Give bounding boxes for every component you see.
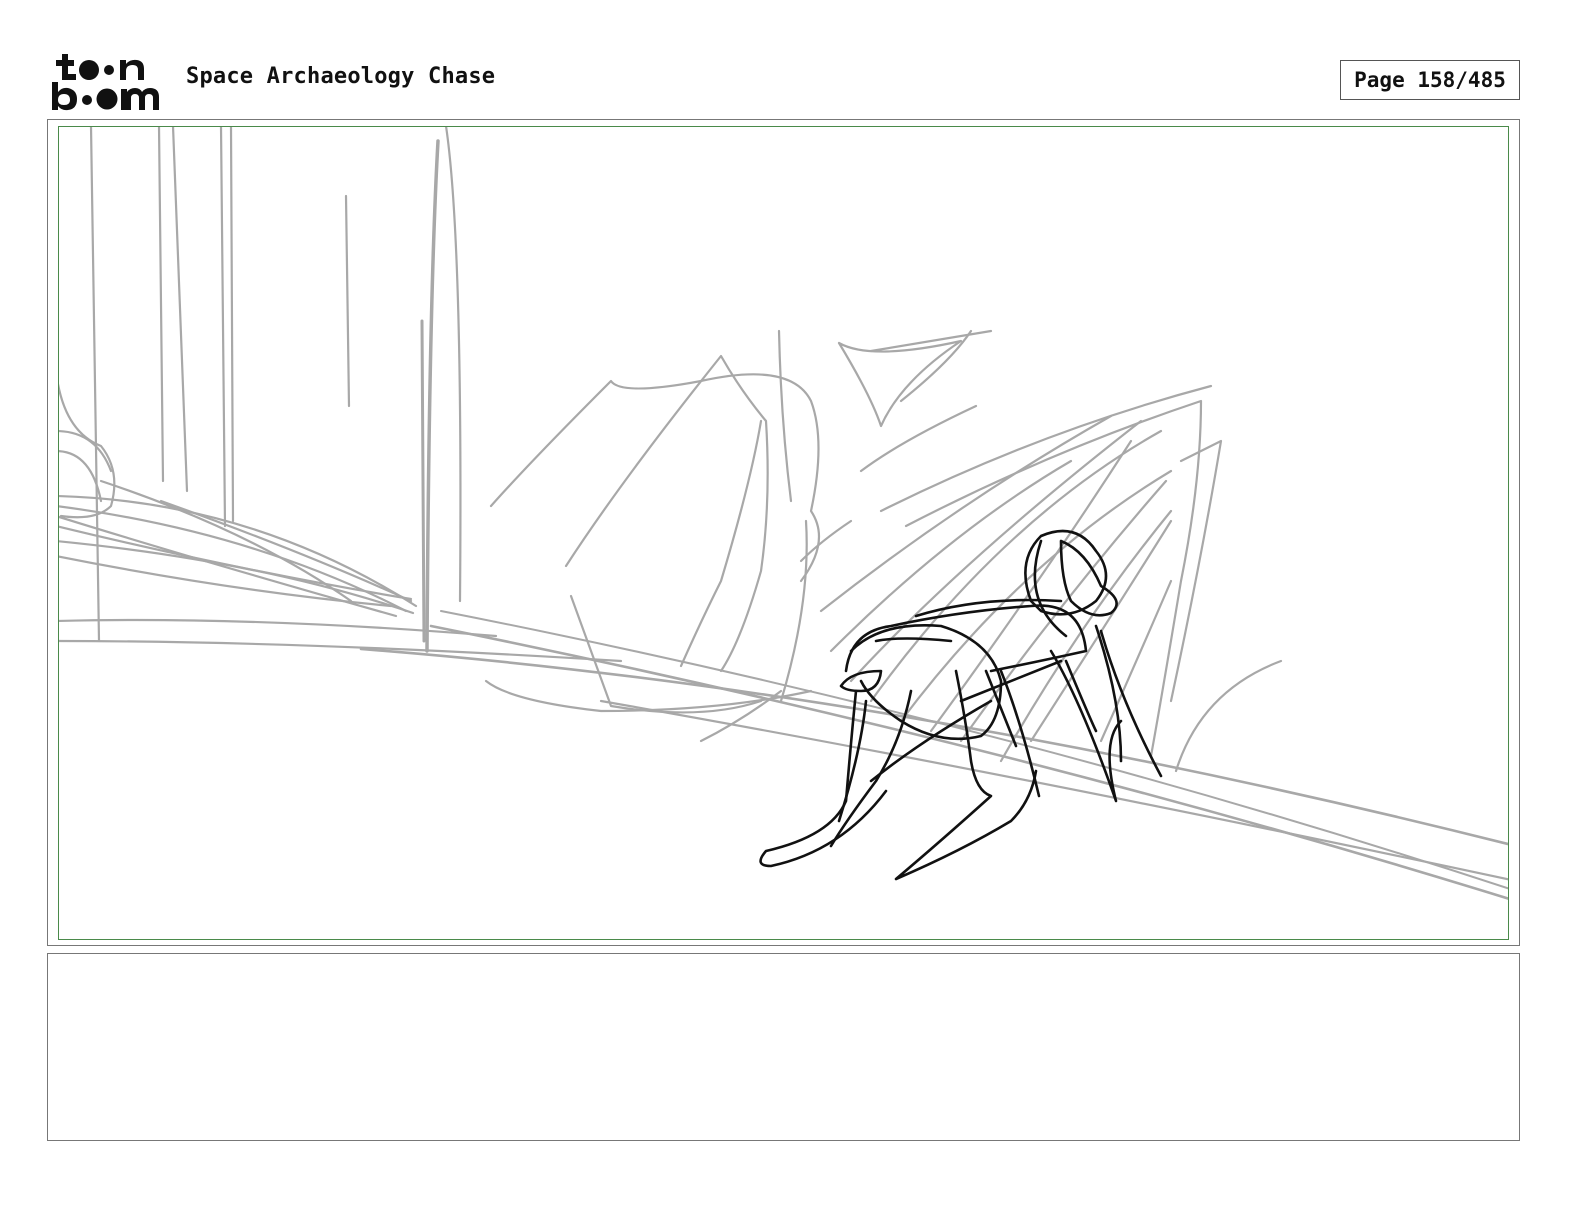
background-sketch-lines: [59, 127, 1508, 900]
toon-boom-logo: [50, 50, 166, 112]
panel-notes-box: [47, 953, 1520, 1141]
page-label: Page 158/485: [1354, 68, 1506, 92]
storyboard-panel-image: [58, 126, 1509, 940]
page-counter: Page 158/485: [1340, 60, 1520, 100]
sketch-drawing: [59, 127, 1508, 900]
character-sketch-lines: [759, 529, 1163, 881]
toon-boom-logo-mark: [52, 54, 159, 111]
storyboard-title: Space Archaeology Chase: [186, 64, 496, 89]
